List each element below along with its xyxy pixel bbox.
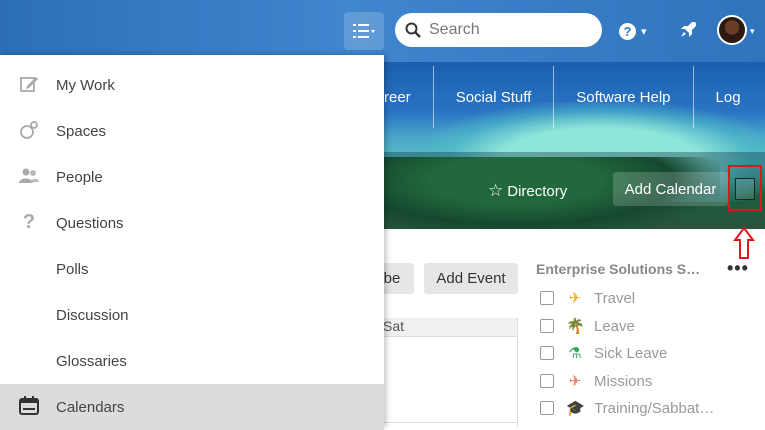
search-placeholder: Search <box>429 21 480 38</box>
directory-button[interactable]: ☆ Directory <box>488 175 567 207</box>
pencil-square-icon <box>20 77 38 92</box>
app-menu-panel: My Work Spaces People ? Questions Polls … <box>0 55 384 430</box>
graduation-cap-icon: 🎓 <box>566 400 585 417</box>
palm-tree-icon: 🌴 <box>566 318 585 335</box>
directory-label: Directory <box>507 182 568 200</box>
nav-link-log[interactable]: Log <box>694 66 763 128</box>
search-box[interactable]: Search <box>395 13 602 47</box>
calendar-checkbox[interactable] <box>540 374 554 388</box>
calendar-icon <box>19 396 39 415</box>
calendar-name: Training/Sabbat… <box>594 399 715 417</box>
menu-item-polls[interactable]: Polls <box>0 246 384 292</box>
calendar-item-travel[interactable]: ✈ Travel <box>540 286 635 310</box>
flask-icon: ⚗ <box>568 345 582 362</box>
spaces-icon <box>20 121 38 139</box>
people-icon <box>19 168 39 183</box>
menu-item-people[interactable]: People <box>0 154 384 200</box>
nav-link-software-help[interactable]: Software Help <box>554 66 694 128</box>
menu-item-calendars[interactable]: Calendars <box>0 384 384 430</box>
menu-item-discussion[interactable]: Discussion <box>0 292 384 338</box>
chevron-down-icon[interactable]: ▾ <box>750 26 755 37</box>
calendar-item-missions[interactable]: ✈ Missions <box>540 369 652 393</box>
calendar-checkbox[interactable] <box>540 401 554 415</box>
calendar-checkbox[interactable] <box>540 346 554 360</box>
calendar-checkbox[interactable] <box>540 319 554 333</box>
app-menu-button[interactable] <box>344 12 384 50</box>
menu-item-label: Polls <box>56 260 89 278</box>
menu-item-label: People <box>56 168 103 186</box>
space-nav: reer Social Stuff Software Help Log <box>384 62 763 132</box>
calendar-grid: Sat <box>372 318 518 427</box>
calendar-item-leave[interactable]: 🌴 Leave <box>540 314 635 338</box>
menu-item-label: Glossaries <box>56 352 127 370</box>
calendar-item-sick-leave[interactable]: ⚗ Sick Leave <box>540 341 667 365</box>
calendar-name: Leave <box>594 317 635 335</box>
add-calendar-button[interactable]: Add Calendar <box>613 172 728 206</box>
calendar-item-training[interactable]: 🎓 Training/Sabbat… <box>540 396 714 420</box>
plane-icon: ✈ <box>568 373 582 390</box>
plane-icon: ✈ <box>568 290 582 307</box>
highlight-box <box>728 165 762 211</box>
menu-item-label: Questions <box>56 214 124 232</box>
help-icon: ? <box>619 22 636 40</box>
help-button[interactable]: ? ▾ <box>619 18 653 44</box>
add-event-button[interactable]: Add Event <box>424 263 518 294</box>
more-options-icon[interactable]: ••• <box>727 258 749 279</box>
menu-item-my-work[interactable]: My Work <box>0 62 384 108</box>
calendar-checkbox[interactable] <box>540 291 554 305</box>
discussion-icon <box>18 303 40 325</box>
calendar-list-title[interactable]: Enterprise Solutions S… <box>536 261 700 277</box>
user-avatar[interactable] <box>717 15 747 45</box>
poll-icon <box>18 257 40 279</box>
nav-link-social-stuff[interactable]: Social Stuff <box>434 66 555 128</box>
grid-header-sat: Sat <box>373 318 517 337</box>
menu-item-label: Discussion <box>56 306 129 324</box>
calendar-name: Sick Leave <box>594 344 668 362</box>
menu-item-label: My Work <box>56 76 115 94</box>
rocket-icon[interactable] <box>677 19 699 41</box>
top-bar: Search ? ▾ ▾ <box>0 0 765 62</box>
menu-item-label: Calendars <box>56 398 125 416</box>
menu-item-label: Spaces <box>56 122 107 140</box>
nav-link-career[interactable]: reer <box>384 66 434 128</box>
menu-item-spaces[interactable]: Spaces <box>0 108 384 154</box>
menu-item-glossaries[interactable]: Glossaries <box>0 338 384 384</box>
star-icon: ☆ <box>488 181 504 200</box>
question-icon: ? <box>22 210 36 233</box>
up-arrow-icon <box>733 226 755 259</box>
grid-divider <box>373 422 517 423</box>
chevron-down-icon: ▾ <box>641 25 647 38</box>
calendar-name: Travel <box>594 289 636 307</box>
search-icon <box>405 22 421 38</box>
menu-item-questions[interactable]: ? Questions <box>0 200 384 246</box>
calendar-name: Missions <box>594 372 653 390</box>
glossary-icon <box>18 349 40 371</box>
list-menu-icon <box>353 24 375 38</box>
